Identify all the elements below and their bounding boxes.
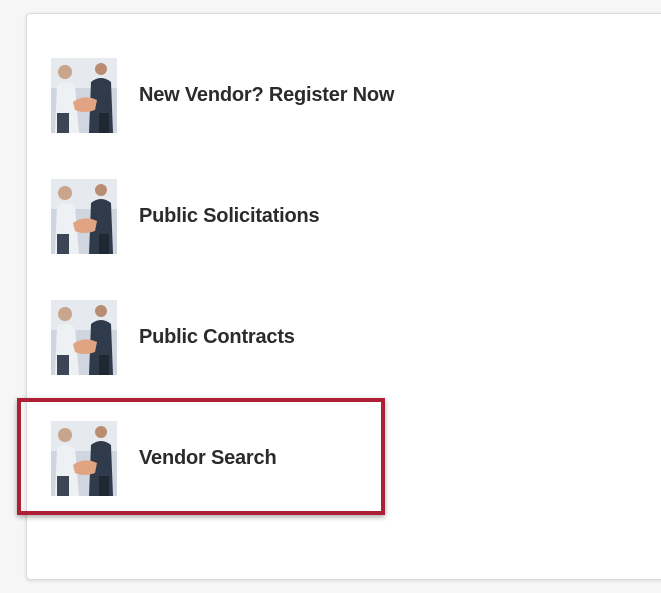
link-label[interactable]: Public Solicitations — [139, 205, 320, 228]
handshake-icon — [51, 420, 117, 496]
handshake-icon — [51, 299, 117, 375]
link-label[interactable]: Vendor Search — [139, 447, 277, 470]
link-label[interactable]: Public Contracts — [139, 326, 295, 349]
link-label[interactable]: New Vendor? Register Now — [139, 84, 394, 107]
handshake-icon — [51, 57, 117, 133]
link-public-contracts[interactable]: Public Contracts — [51, 297, 551, 377]
link-public-solicitations[interactable]: Public Solicitations — [51, 176, 551, 256]
handshake-icon — [51, 178, 117, 254]
link-new-vendor-register[interactable]: New Vendor? Register Now — [51, 55, 551, 135]
link-vendor-search[interactable]: Vendor Search — [51, 418, 551, 498]
